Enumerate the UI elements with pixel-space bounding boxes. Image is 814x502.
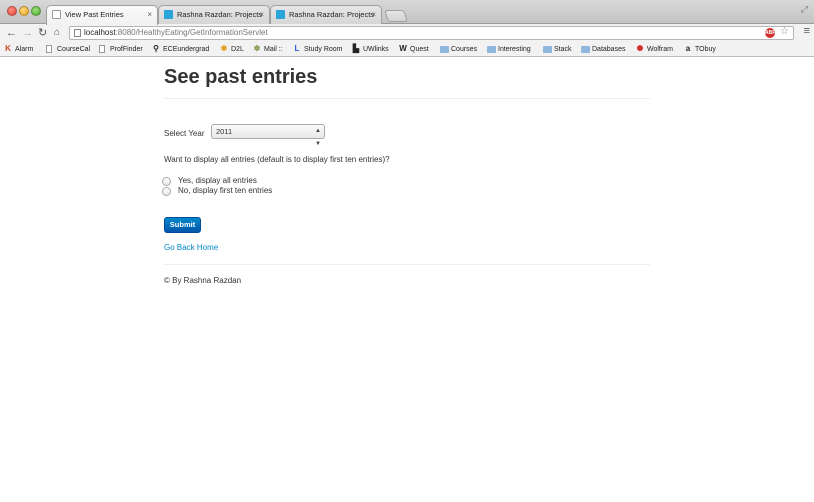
bookmark-alarm[interactable]: K Alarm <box>4 44 33 55</box>
bookmark-label: Interesting <box>498 46 531 53</box>
url-path: :8080/HealthyEating/GetInformationServle… <box>115 28 268 37</box>
bookmark-label: Quest <box>410 46 429 53</box>
radio-yes[interactable] <box>162 177 171 186</box>
bookmarks-bar: K Alarm CourseCal ProfFinder ⚲ ECEundergrad ✱ D… <box>0 42 814 57</box>
adblock-icon[interactable]: ABP <box>765 28 776 38</box>
tab-close-icon[interactable]: × <box>371 6 376 24</box>
tab-close-icon[interactable]: × <box>259 6 264 24</box>
bookmark-eceundergrad[interactable]: ⚲ ECEundergrad <box>152 44 209 55</box>
bookmark-study-room[interactable]: L Study Room <box>293 44 343 55</box>
tab-title: Rashna Razdan: Projects <box>177 10 263 19</box>
site-favicon-icon: a <box>685 44 691 53</box>
bookmark-star-icon[interactable]: ☆ <box>780 26 789 38</box>
header-divider <box>164 98 650 99</box>
page-icon <box>74 29 81 37</box>
bookmark-label: UWlinks <box>363 46 389 53</box>
bookmark-label: Databases <box>592 46 626 53</box>
bookmark-label: Alarm <box>15 46 34 53</box>
bookmark-interesting[interactable]: Interesting <box>487 44 531 55</box>
footer-divider <box>164 264 650 265</box>
bookmark-databases[interactable]: Databases <box>581 44 625 55</box>
back-arrow-icon[interactable]: ← <box>6 25 17 41</box>
select-year-label: Select Year <box>164 129 205 138</box>
bookmark-label: Wolfram <box>647 46 673 53</box>
window-maximize-button[interactable] <box>31 6 41 16</box>
page-icon <box>46 45 52 53</box>
site-favicon-icon <box>276 10 285 19</box>
new-tab-button[interactable] <box>384 10 408 22</box>
folder-icon <box>440 46 449 53</box>
home-icon[interactable]: ⌂ <box>54 25 60 41</box>
bookmark-mail[interactable]: ✲ Mail :: <box>253 44 283 55</box>
year-select-value: 2011 <box>216 127 233 136</box>
browser-toolbar: ← → ↻ ⌂ localhost:8080/HealthyEating/Get… <box>0 24 814 42</box>
page-content: See past entries Select Year 2011 ▲ ▼ Wan… <box>0 58 814 502</box>
fullscreen-icon[interactable]: ⤢ <box>801 4 808 15</box>
url-host: localhost <box>84 28 116 37</box>
menu-icon[interactable]: ≡ <box>804 25 810 37</box>
page-icon <box>52 10 61 19</box>
tab-view-past-entries[interactable]: View Past Entries × <box>46 5 158 25</box>
bookmark-stack[interactable]: Stack <box>543 44 572 55</box>
footer-text: © By Rashna Razdan <box>164 276 242 285</box>
bookmark-label: Mail :: <box>264 46 283 53</box>
year-select[interactable]: 2011 ▲ ▼ <box>211 124 325 147</box>
window-close-button[interactable] <box>7 6 17 16</box>
radio-no-label: No, display first ten entries <box>178 186 273 195</box>
site-favicon-icon: K <box>5 44 11 53</box>
bookmark-quest[interactable]: W Quest <box>399 44 429 55</box>
bookmark-coursecal[interactable]: CourseCal <box>46 44 90 55</box>
tab-close-icon[interactable]: × <box>147 6 152 24</box>
bookmark-proffinder[interactable]: ProfFinder <box>99 44 143 55</box>
tab-title: Rashna Razdan: Projects <box>289 10 375 19</box>
bookmark-courses[interactable]: Courses <box>440 44 477 55</box>
tab-title: View Past Entries <box>65 10 124 19</box>
folder-icon <box>543 46 552 53</box>
tab-strip: View Past Entries × Rashna Razdan: Proje… <box>0 0 814 25</box>
site-favicon-icon: L <box>294 44 300 53</box>
site-favicon-icon: ✱ <box>220 44 228 53</box>
site-favicon-icon: ▙ <box>352 44 360 53</box>
address-bar[interactable]: localhost:8080/HealthyEating/GetInformat… <box>69 26 794 40</box>
site-favicon-icon: ✲ <box>253 44 261 53</box>
bookmark-d2l[interactable]: ✱ D2L <box>220 44 244 55</box>
radio-yes-label: Yes, display all entries <box>178 176 257 185</box>
radio-no[interactable] <box>162 187 171 196</box>
go-back-home-link[interactable]: Go Back Home <box>164 243 218 252</box>
select-arrows-icon: ▲ ▼ <box>315 128 321 147</box>
submit-button[interactable]: Submit <box>164 217 201 233</box>
window-minimize-button[interactable] <box>19 6 29 16</box>
bookmark-label: Courses <box>451 46 478 53</box>
bookmark-label: ECEundergrad <box>163 46 210 53</box>
reload-icon[interactable]: ↻ <box>38 25 47 41</box>
bookmark-label: CourseCal <box>57 46 91 53</box>
site-favicon-icon: ⚲ <box>153 44 159 53</box>
bookmark-label: Stack <box>554 46 572 53</box>
tab-projects-1[interactable]: Rashna Razdan: Projects × <box>158 5 270 24</box>
folder-icon <box>581 46 590 53</box>
bookmark-uwlinks[interactable]: ▙ UWlinks <box>352 44 389 55</box>
forward-arrow-icon[interactable]: → <box>22 25 33 41</box>
page-title: See past entries <box>164 66 318 88</box>
bookmark-wolfram[interactable]: ✺ Wolfram <box>636 44 673 55</box>
bookmark-tobuy[interactable]: a TObuy <box>684 44 716 55</box>
bookmark-label: Study Room <box>304 46 343 53</box>
site-favicon-icon: ✺ <box>636 44 644 53</box>
site-favicon-icon <box>164 10 173 19</box>
display-question: Want to display all entries (default is … <box>164 155 390 164</box>
site-favicon-icon: W <box>399 44 407 53</box>
bookmark-label: ProfFinder <box>110 46 143 53</box>
page-icon <box>99 45 105 53</box>
tab-projects-2[interactable]: Rashna Razdan: Projects × <box>270 5 382 24</box>
bookmark-label: D2L <box>231 46 244 53</box>
bookmark-label: TObuy <box>695 46 716 53</box>
folder-icon <box>487 46 496 53</box>
